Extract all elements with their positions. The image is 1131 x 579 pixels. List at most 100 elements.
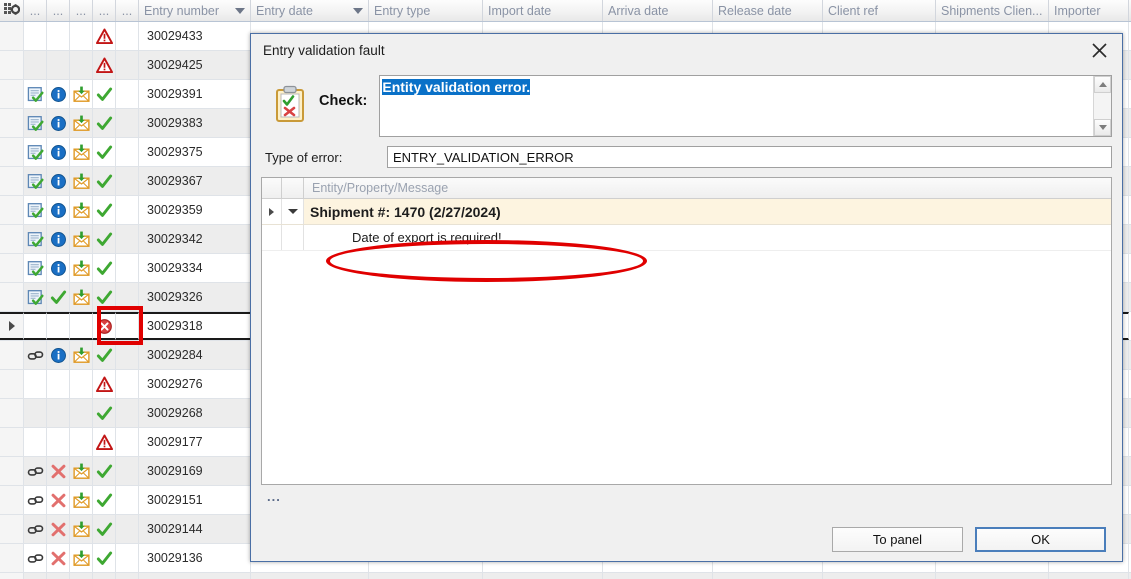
cell-entry-number[interactable]: 30029326 <box>139 283 251 311</box>
link-icon[interactable] <box>24 544 47 572</box>
form-check-icon[interactable] <box>24 254 47 282</box>
cell-entry-number[interactable]: 30029128 <box>139 573 251 579</box>
link-icon[interactable] <box>24 573 47 579</box>
link-icon[interactable] <box>24 341 47 369</box>
cell-entry-number[interactable]: 30029136 <box>139 544 251 572</box>
row-indicator[interactable] <box>0 544 24 572</box>
check-icon[interactable] <box>47 283 70 311</box>
overflow-dots[interactable]: ... <box>261 485 1112 507</box>
check-icon[interactable] <box>93 138 116 166</box>
mail-download-icon[interactable] <box>70 573 93 579</box>
scroll-down-icon[interactable] <box>1094 119 1111 136</box>
to-panel-button[interactable]: To panel <box>832 526 963 552</box>
grid-settings-icon[interactable] <box>0 0 24 21</box>
grid-column-header[interactable]: Client ref <box>823 0 936 21</box>
link-icon[interactable] <box>24 486 47 514</box>
validation-tree[interactable]: Entity/Property/Message Shipment #: 1470… <box>261 177 1112 485</box>
row-indicator[interactable] <box>0 196 24 224</box>
row-indicator[interactable] <box>0 457 24 485</box>
form-check-icon[interactable] <box>24 225 47 253</box>
error-type-field[interactable]: ENTRY_VALIDATION_ERROR <box>387 146 1112 168</box>
row-indicator[interactable] <box>0 486 24 514</box>
cell-shipments-clien[interactable]: 002 Classificati <box>936 573 1049 579</box>
link-icon[interactable] <box>24 457 47 485</box>
grid-column-header[interactable]: Shipments Clien... <box>936 0 1049 21</box>
mail-download-icon[interactable] <box>70 544 93 572</box>
cell-entry-number[interactable]: 30029177 <box>139 428 251 456</box>
info-icon[interactable] <box>47 341 70 369</box>
mail-download-icon[interactable] <box>70 80 93 108</box>
cell-entry-number[interactable]: 30029367 <box>139 167 251 195</box>
mail-download-icon[interactable] <box>70 283 93 311</box>
row-indicator[interactable] <box>0 109 24 137</box>
ok-button[interactable]: OK <box>975 526 1106 552</box>
cell-entry-number[interactable]: 30029268 <box>139 399 251 427</box>
row-indicator[interactable] <box>0 573 24 579</box>
row-indicator[interactable] <box>0 428 24 456</box>
form-check-icon[interactable] <box>24 80 47 108</box>
mail-download-icon[interactable] <box>70 225 93 253</box>
row-indicator[interactable] <box>0 138 24 166</box>
mail-download-icon[interactable] <box>70 167 93 195</box>
check-icon[interactable] <box>93 486 116 514</box>
table-row[interactable]: 3002912802/06/20240101/08/202401/08/2024… <box>0 573 1131 579</box>
check-icon[interactable] <box>93 225 116 253</box>
check-icon[interactable] <box>93 573 116 579</box>
info-icon[interactable] <box>47 80 70 108</box>
tree-message-column-header[interactable]: Entity/Property/Message <box>304 178 1111 198</box>
form-check-icon[interactable] <box>24 196 47 224</box>
check-icon[interactable] <box>93 254 116 282</box>
cell-entry-number[interactable]: 30029342 <box>139 225 251 253</box>
info-icon[interactable] <box>47 225 70 253</box>
mail-download-icon[interactable] <box>70 515 93 543</box>
tree-rows[interactable]: Shipment #: 1470 (2/27/2024) Date of exp… <box>262 199 1111 484</box>
info-icon[interactable] <box>47 196 70 224</box>
cell-entry-number[interactable]: 30029318 <box>139 312 251 340</box>
grid-column-header[interactable]: ... <box>116 0 139 21</box>
mail-download-icon[interactable] <box>70 138 93 166</box>
row-indicator[interactable] <box>0 283 24 311</box>
cell-entry-number[interactable]: 30029391 <box>139 80 251 108</box>
mail-download-icon[interactable] <box>70 196 93 224</box>
grid-column-header[interactable]: Release date <box>713 0 823 21</box>
row-indicator[interactable] <box>0 370 24 398</box>
chevron-down-icon[interactable] <box>282 199 304 224</box>
form-check-icon[interactable] <box>24 167 47 195</box>
grid-column-header[interactable]: ... <box>93 0 116 21</box>
mail-download-icon[interactable] <box>70 457 93 485</box>
row-indicator[interactable] <box>0 225 24 253</box>
grid-column-header[interactable]: Importer <box>1049 0 1129 21</box>
row-indicator[interactable] <box>0 312 24 340</box>
check-icon[interactable] <box>93 457 116 485</box>
grid-column-header[interactable]: Entry date <box>251 0 369 21</box>
form-check-icon[interactable] <box>24 138 47 166</box>
row-indicator[interactable] <box>0 515 24 543</box>
check-icon[interactable] <box>93 196 116 224</box>
check-icon[interactable] <box>93 544 116 572</box>
cell-entry-number[interactable]: 30029169 <box>139 457 251 485</box>
info-icon[interactable] <box>47 138 70 166</box>
info-icon[interactable] <box>47 167 70 195</box>
row-indicator[interactable] <box>0 22 24 50</box>
info-icon[interactable] <box>47 254 70 282</box>
row-indicator[interactable] <box>0 167 24 195</box>
cell-entry-number[interactable]: 30029284 <box>139 341 251 369</box>
warning-icon[interactable] <box>93 51 116 79</box>
error-icon[interactable] <box>93 312 116 340</box>
tree-group-row[interactable]: Shipment #: 1470 (2/27/2024) <box>262 199 1111 225</box>
grid-column-header[interactable]: Entry number <box>139 0 251 21</box>
cross-icon[interactable] <box>47 544 70 572</box>
check-icon[interactable] <box>93 341 116 369</box>
cell-entry-number[interactable]: 30029144 <box>139 515 251 543</box>
cell-entry-date[interactable]: 02/06/2024 <box>251 573 369 579</box>
check-message-scrollbar[interactable] <box>1093 76 1111 136</box>
mail-download-icon[interactable] <box>70 254 93 282</box>
check-icon[interactable] <box>93 283 116 311</box>
cell-entry-number[interactable]: 30029151 <box>139 486 251 514</box>
grid-column-header[interactable]: ... <box>24 0 47 21</box>
sort-descending-icon[interactable] <box>235 7 245 14</box>
row-indicator[interactable] <box>0 399 24 427</box>
warning-icon[interactable] <box>93 370 116 398</box>
cell-entry-number[interactable]: 30029276 <box>139 370 251 398</box>
row-indicator[interactable] <box>0 341 24 369</box>
